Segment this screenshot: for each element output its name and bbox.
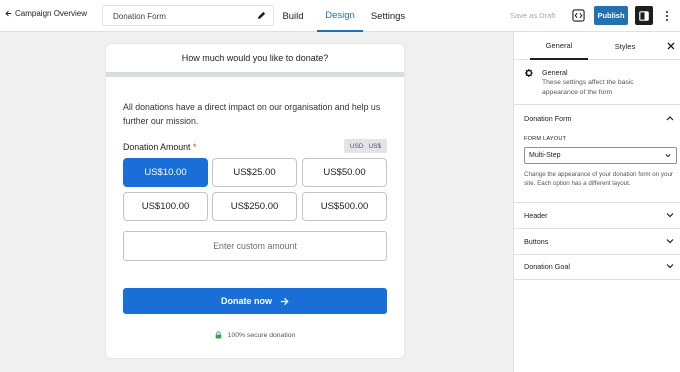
divider bbox=[514, 104, 680, 105]
publish-button[interactable]: Publish bbox=[594, 6, 628, 25]
tab-settings[interactable]: Settings bbox=[367, 0, 409, 32]
form-layout-label: FORM LAYOUT bbox=[524, 136, 567, 142]
sidebar-panel-icon bbox=[639, 10, 649, 21]
divider bbox=[514, 202, 680, 203]
progress-bar bbox=[106, 72, 404, 77]
form-title-input[interactable]: Donation Form bbox=[102, 5, 274, 26]
secure-label: 100% secure donation bbox=[227, 331, 296, 339]
section-buttons[interactable]: Buttons bbox=[524, 237, 548, 246]
tab-styles[interactable]: Styles bbox=[600, 32, 650, 60]
top-toolbar: Campaign Overview Donation Form Build De… bbox=[0, 0, 680, 32]
save-as-draft-button[interactable]: Save as Draft bbox=[510, 11, 555, 20]
sidebar-tabs: General Styles bbox=[514, 32, 680, 60]
form-heading: How much would you like to donate? bbox=[181, 53, 329, 63]
secure-donation-note: 100% secure donation bbox=[106, 331, 404, 339]
amount-option-25[interactable]: US$25.00 bbox=[212, 158, 297, 187]
chevron-down-icon[interactable] bbox=[666, 238, 674, 244]
tab-general[interactable]: General bbox=[530, 32, 588, 60]
close-icon[interactable] bbox=[665, 40, 677, 52]
amount-option-250[interactable]: US$250.00 bbox=[212, 192, 297, 221]
general-title: General bbox=[542, 68, 568, 77]
section-header[interactable]: Header bbox=[524, 211, 548, 220]
gear-icon bbox=[524, 69, 533, 77]
amount-label-text: Donation Amount bbox=[123, 142, 191, 152]
donation-amount-label: Donation Amount * bbox=[123, 142, 196, 152]
arrow-left-icon bbox=[5, 10, 12, 17]
general-description: These settings affect the basic appearan… bbox=[542, 79, 634, 96]
preview-button[interactable] bbox=[570, 7, 587, 24]
currency-switcher[interactable]: USD US$ bbox=[344, 139, 387, 153]
currency-symbol: US$ bbox=[368, 142, 382, 150]
form-layout-value: Multi-Step bbox=[529, 152, 561, 159]
chevron-down-icon[interactable] bbox=[666, 212, 674, 218]
code-preview-icon bbox=[572, 9, 585, 22]
donate-label: Donate now bbox=[221, 296, 272, 306]
section-donation-form[interactable]: Donation Form bbox=[524, 114, 572, 123]
required-mark: * bbox=[192, 142, 197, 152]
arrow-right-icon bbox=[280, 297, 289, 305]
currency-code: USD bbox=[349, 142, 364, 150]
settings-sidebar: General Styles General These settings af… bbox=[513, 32, 680, 372]
back-to-campaign-link[interactable]: Campaign Overview bbox=[5, 9, 87, 18]
divider bbox=[514, 228, 680, 229]
divider bbox=[514, 279, 680, 280]
toggle-sidebar-button[interactable] bbox=[635, 6, 653, 25]
tab-design[interactable]: Design bbox=[317, 0, 363, 32]
chevron-up-icon[interactable] bbox=[666, 115, 674, 121]
lock-icon bbox=[215, 331, 221, 339]
donation-form-preview: How much would you like to donate? All d… bbox=[106, 44, 404, 358]
amount-option-100[interactable]: US$100.00 bbox=[123, 192, 208, 221]
custom-amount-input[interactable]: Enter custom amount bbox=[123, 231, 387, 261]
form-layout-help: Change the appearance of your donation f… bbox=[524, 171, 673, 187]
form-layout-select[interactable]: Multi-Step bbox=[524, 147, 677, 164]
back-label: Campaign Overview bbox=[15, 9, 88, 18]
amount-option-10[interactable]: US$10.00 bbox=[123, 158, 208, 187]
divider bbox=[514, 254, 680, 255]
amount-option-500[interactable]: US$500.00 bbox=[302, 192, 387, 221]
pencil-icon[interactable] bbox=[256, 10, 267, 21]
section-donation-goal[interactable]: Donation Goal bbox=[524, 262, 570, 271]
more-options-icon[interactable] bbox=[662, 8, 672, 24]
amount-option-50[interactable]: US$50.00 bbox=[302, 158, 387, 187]
chevron-down-icon[interactable] bbox=[666, 263, 674, 269]
donate-now-button[interactable]: Donate now bbox=[123, 288, 387, 314]
form-title-text: Donation Form bbox=[113, 12, 166, 21]
chevron-down-icon bbox=[665, 154, 671, 158]
tab-build[interactable]: Build bbox=[276, 0, 310, 32]
form-description: All donations have a direct impact on ou… bbox=[123, 102, 381, 126]
